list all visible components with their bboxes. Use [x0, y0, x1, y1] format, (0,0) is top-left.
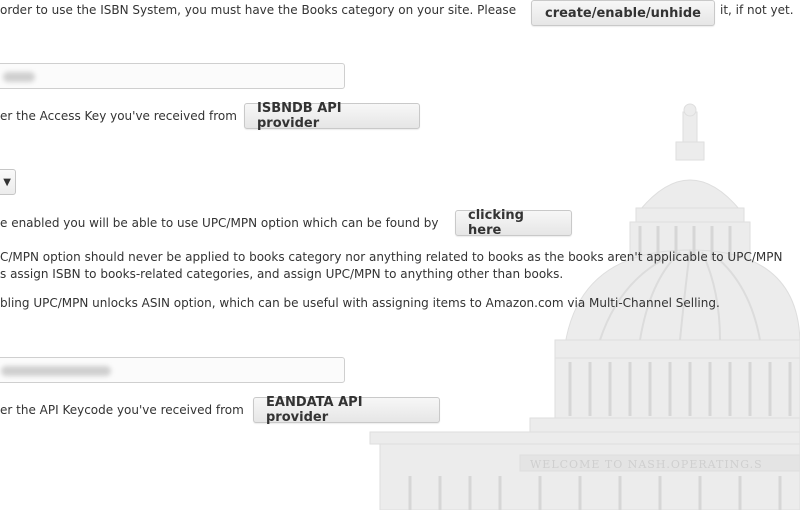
upc-mpn-select[interactable]: ▼ — [0, 169, 16, 195]
api-keycode-input[interactable] — [0, 357, 345, 383]
access-key-input[interactable] — [0, 63, 345, 89]
chevron-down-icon: ▼ — [3, 176, 11, 188]
clicking-here-button[interactable]: clicking here — [455, 208, 572, 238]
api-keycode-label: er the API Keycode you've received from — [0, 403, 244, 417]
isbn-intro-suffix: it, if not yet. — [720, 3, 794, 17]
access-key-label: er the Access Key you've received from — [0, 109, 237, 123]
create-enable-unhide-button[interactable]: create/enable/unhide — [531, 0, 715, 26]
isbn-intro-text: order to use the ISBN System, you must h… — [0, 3, 517, 17]
redacted-value — [3, 72, 35, 82]
upc-mpn-info-text: e enabled you will be able to use UPC/MP… — [0, 216, 439, 230]
redacted-value — [1, 366, 111, 376]
banner-text: WELCOME TO NASH.OPERATING.S — [530, 458, 763, 471]
isbndb-api-provider-button[interactable]: ISBNDB API provider — [244, 101, 420, 131]
asin-note: bling UPC/MPN unlocks ASIN option, which… — [0, 296, 720, 310]
upc-mpn-note-line2: s assign ISBN to books-related categorie… — [0, 267, 564, 281]
eandata-api-provider-button[interactable]: EANDATA API provider — [253, 395, 440, 425]
upc-mpn-note-line1: C/MPN option should never be applied to … — [0, 250, 783, 264]
